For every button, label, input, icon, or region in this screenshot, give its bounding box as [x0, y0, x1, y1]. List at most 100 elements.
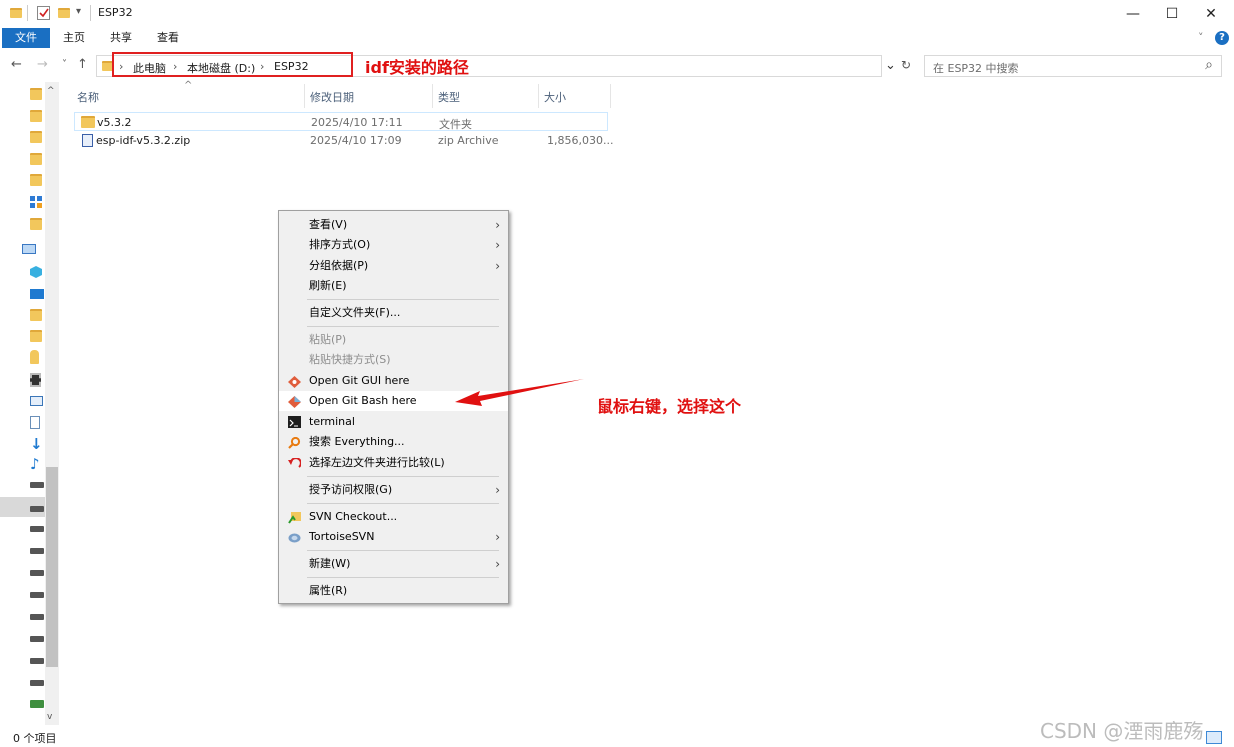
folder-icon[interactable] — [30, 330, 42, 342]
drive-icon[interactable] — [30, 506, 44, 512]
table-row[interactable]: v5.3.2 2025/4/10 17:11 文件夹 — [74, 112, 608, 131]
menu-item-open-git-gui[interactable]: Open Git GUI here — [279, 371, 508, 391]
divider — [90, 5, 91, 21]
address-dropdown-button[interactable]: ⌄ — [885, 58, 896, 73]
menu-item-open-git-bash[interactable]: Open Git Bash here — [279, 391, 508, 411]
file-date: 2025/4/10 17:09 — [310, 134, 402, 147]
quick-access-folder-icon[interactable] — [30, 131, 42, 143]
videos-icon[interactable] — [30, 373, 41, 387]
column-divider[interactable] — [304, 84, 305, 108]
nav-scrollbar-thumb[interactable] — [46, 467, 58, 667]
svn-checkout-icon — [288, 511, 301, 524]
menu-item-label: terminal — [309, 415, 355, 428]
status-item-count: 0 个项目 — [13, 732, 57, 745]
new-folder-icon[interactable] — [58, 8, 70, 18]
documents-icon[interactable] — [30, 416, 40, 429]
table-row[interactable]: esp-idf-v5.3.2.zip 2025/4/10 17:09 zip A… — [74, 131, 613, 150]
column-divider[interactable] — [432, 84, 433, 108]
details-view-icon[interactable] — [1206, 731, 1222, 744]
menu-item-properties[interactable]: 属性(R) — [279, 581, 508, 601]
quick-access-folder-icon[interactable] — [30, 153, 42, 165]
tab-file[interactable]: 文件 — [2, 28, 50, 48]
file-name: v5.3.2 — [97, 116, 132, 129]
apps-icon[interactable] — [30, 196, 42, 208]
search-input[interactable]: 在 ESP32 中搜索 — [933, 60, 1019, 76]
menu-item-compare-left-folder[interactable]: 选择左边文件夹进行比较(L) — [279, 453, 508, 473]
column-header-date[interactable]: 修改日期 — [310, 89, 354, 105]
drive-icon[interactable] — [30, 614, 44, 620]
refresh-button[interactable]: ↻ — [901, 58, 911, 72]
properties-icon[interactable] — [37, 6, 50, 20]
menu-item-terminal[interactable]: terminal — [279, 412, 508, 432]
drive-icon[interactable] — [30, 636, 44, 642]
drive-icon[interactable] — [30, 592, 44, 598]
network-drive-icon[interactable] — [30, 700, 44, 708]
quick-access-folder-icon[interactable] — [30, 88, 42, 100]
menu-item-label: 新建(W) — [309, 557, 351, 570]
column-header-type[interactable]: 类型 — [438, 89, 460, 105]
drive-icon[interactable] — [30, 482, 44, 488]
search-icon[interactable]: ⌕ — [1205, 57, 1213, 73]
terminal-icon — [288, 416, 301, 428]
menu-item-paste[interactable]: 粘贴(P) — [279, 330, 508, 350]
scroll-up-icon[interactable]: ^ — [47, 86, 55, 96]
help-icon[interactable]: ? — [1215, 31, 1229, 45]
menu-item-sort-by[interactable]: 排序方式(O) › — [279, 235, 508, 255]
network-folder-icon[interactable] — [30, 350, 39, 364]
menu-item-tortoisesvn[interactable]: TortoiseSVN › — [279, 527, 508, 547]
recent-locations-button[interactable]: ˅ — [62, 59, 67, 70]
menu-item-grant-access[interactable]: 授予访问权限(G) › — [279, 480, 508, 500]
column-header-name[interactable]: 名称 — [77, 89, 99, 105]
annotation-right-click: 鼠标右键，选择这个 — [597, 397, 742, 416]
git-icon — [288, 395, 301, 408]
3d-objects-icon[interactable] — [30, 266, 42, 278]
tab-share[interactable]: 共享 — [110, 28, 132, 48]
forward-button[interactable]: → — [37, 57, 48, 72]
everything-search-icon — [288, 436, 301, 449]
quick-access-folder-icon[interactable] — [30, 174, 42, 186]
column-header-size[interactable]: 大小 — [544, 89, 566, 105]
menu-item-svn-checkout[interactable]: SVN Checkout... — [279, 507, 508, 527]
menu-item-label: 分组依据(P) — [309, 259, 369, 272]
column-divider[interactable] — [610, 84, 611, 108]
customize-toolbar-icon[interactable]: ▾ — [76, 6, 81, 22]
menu-item-label: 自定义文件夹(F)... — [309, 306, 401, 319]
drive-icon[interactable] — [30, 658, 44, 664]
menu-item-search-everything[interactable]: 搜索 Everything... — [279, 432, 508, 452]
menu-item-label: 授予访问权限(G) — [309, 483, 393, 496]
annotation-path-label: idf安装的路径 — [365, 58, 469, 77]
menu-item-refresh[interactable]: 刷新(E) — [279, 276, 508, 296]
search-box[interactable]: 在 ESP32 中搜索 ⌕ — [924, 55, 1222, 77]
up-button[interactable]: ↑ — [77, 57, 88, 72]
menu-item-paste-shortcut[interactable]: 粘贴快捷方式(S) — [279, 350, 508, 370]
divider — [27, 5, 28, 21]
menu-item-view[interactable]: 查看(V) › — [279, 215, 508, 235]
menu-item-group-by[interactable]: 分组依据(P) › — [279, 256, 508, 276]
file-name: esp-idf-v5.3.2.zip — [96, 134, 191, 147]
ribbon: 文件 主页 共享 查看 ˅ ? — [0, 28, 1234, 49]
chevron-down-icon[interactable]: ˅ — [1198, 28, 1204, 48]
column-divider[interactable] — [538, 84, 539, 108]
drive-icon[interactable] — [30, 570, 44, 576]
sort-ascending-icon: ^ — [184, 80, 193, 91]
window-title: ESP32 — [98, 6, 133, 19]
this-pc-icon[interactable] — [22, 244, 36, 254]
close-button[interactable]: ✕ — [1188, 2, 1234, 26]
quick-access-folder-icon[interactable] — [30, 110, 42, 122]
desktop-icon[interactable] — [30, 289, 44, 299]
quick-access-folder-icon[interactable] — [30, 218, 42, 230]
documents-folder-icon[interactable] — [30, 309, 42, 321]
pictures-icon[interactable] — [30, 396, 43, 406]
compare-icon — [288, 457, 302, 469]
tab-home[interactable]: 主页 — [63, 28, 85, 48]
drive-icon[interactable] — [30, 680, 44, 686]
drive-icon[interactable] — [30, 548, 44, 554]
menu-item-customize-folder[interactable]: 自定义文件夹(F)... — [279, 303, 508, 323]
scroll-down-icon[interactable]: v — [47, 712, 52, 722]
back-button[interactable]: ← — [11, 57, 22, 72]
music-icon[interactable]: ♪ — [30, 455, 42, 473]
downloads-icon[interactable]: ↓ — [30, 435, 43, 453]
menu-item-new[interactable]: 新建(W) › — [279, 554, 508, 574]
tab-view[interactable]: 查看 — [157, 28, 179, 48]
drive-icon[interactable] — [30, 526, 44, 532]
